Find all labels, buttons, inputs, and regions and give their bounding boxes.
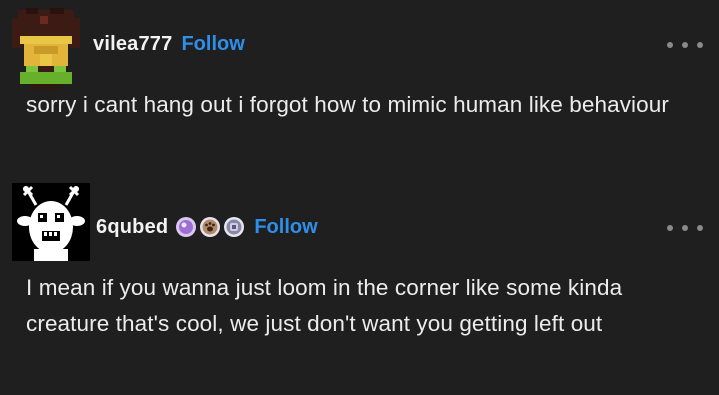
dot xyxy=(697,42,703,48)
reply-post: vilea777 Follow sorry i cant hang out i … xyxy=(0,0,719,175)
purple-badge-icon[interactable] xyxy=(175,216,197,238)
dot xyxy=(667,225,673,231)
dot xyxy=(667,42,673,48)
username[interactable]: vilea777 xyxy=(93,33,172,56)
post-header: 6qubed Follow xyxy=(96,213,318,241)
reply-post: 6qubed Follow I mean if you wanna just l… xyxy=(0,175,719,395)
avatar[interactable] xyxy=(12,183,90,261)
shell-badge-icon[interactable] xyxy=(223,216,245,238)
reply-feed: vilea777 Follow sorry i cant hang out i … xyxy=(0,0,719,395)
avatar[interactable] xyxy=(10,8,82,90)
username[interactable]: 6qubed xyxy=(96,216,168,239)
follow-button[interactable]: Follow xyxy=(254,216,317,239)
dot xyxy=(697,225,703,231)
dot xyxy=(682,42,688,48)
paw-badge-icon[interactable] xyxy=(199,216,221,238)
goat-monster-icon xyxy=(12,183,90,261)
post-text: sorry i cant hang out i forgot how to mi… xyxy=(26,92,669,117)
badges xyxy=(175,216,245,238)
follow-button[interactable]: Follow xyxy=(181,33,244,56)
dot xyxy=(682,225,688,231)
more-options-icon[interactable] xyxy=(667,221,703,235)
pixel-character-icon xyxy=(10,8,82,90)
post-text: I mean if you wanna just loom in the cor… xyxy=(26,275,623,336)
more-options-icon[interactable] xyxy=(667,38,703,52)
post-header: vilea777 Follow xyxy=(93,30,245,58)
